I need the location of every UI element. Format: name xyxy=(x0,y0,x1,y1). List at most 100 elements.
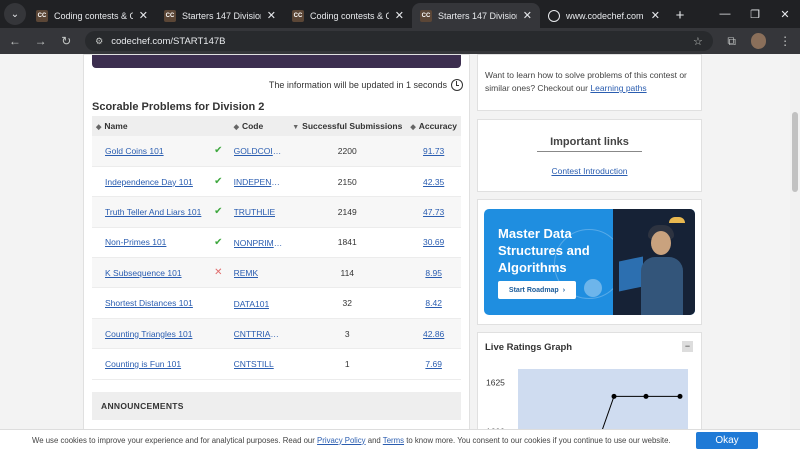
section-title: Scorable Problems for Division 2 xyxy=(92,101,265,113)
ad-card: Master Data Structures and Algorithms St… xyxy=(477,199,702,325)
browser-tab-3[interactable]: CC Coding contests & Challe ✕ xyxy=(284,3,412,28)
tab-title: Starters 147 Division 2 (R xyxy=(182,10,261,21)
status-column-header xyxy=(210,116,230,136)
problem-link[interactable]: Truth Teller And Liars 101 xyxy=(105,207,201,217)
name-column-header[interactable]: ◆ Name xyxy=(92,116,211,136)
announcements-header[interactable]: ANNOUNCEMENTS xyxy=(92,392,461,420)
tab-title: www.codechef.com xyxy=(566,10,644,21)
scrollbar-thumb[interactable] xyxy=(792,112,798,192)
browser-tab-4-active[interactable]: CC Starters 147 Division 2 (R ✕ xyxy=(412,3,540,28)
back-icon[interactable]: ← xyxy=(8,34,22,48)
problem-link[interactable]: Counting Triangles 101 xyxy=(105,329,192,339)
table-row: Independence Day 101 ✔ INDEPENDENCE 2150… xyxy=(92,166,461,198)
tab-title: Starters 147 Division 2 (R xyxy=(438,10,517,21)
start-roadmap-button[interactable]: Start Roadmap › xyxy=(498,281,576,299)
restore-icon[interactable]: ❐ xyxy=(740,0,770,28)
close-tab-icon[interactable]: ✕ xyxy=(651,9,660,22)
close-tab-icon[interactable]: ✕ xyxy=(267,9,276,22)
address-bar[interactable]: ⚙ codechef.com/START147B ☆ xyxy=(85,31,713,51)
accuracy-link[interactable]: 8.42 xyxy=(425,298,442,308)
problem-link[interactable]: Shortest Distances 101 xyxy=(105,298,193,308)
accuracy-link[interactable]: 30.69 xyxy=(423,237,444,247)
problem-link[interactable]: K Subsequence 101 xyxy=(105,268,182,278)
cookie-okay-button[interactable]: Okay xyxy=(696,432,758,449)
coder-illustration xyxy=(613,209,695,315)
code-column-header[interactable]: ◆ Code xyxy=(229,116,289,136)
rating-point xyxy=(611,393,617,399)
problem-code-link[interactable]: DATA101 xyxy=(234,299,270,309)
submissions-count: 1841 xyxy=(288,227,407,259)
close-tab-icon[interactable]: ✕ xyxy=(395,9,404,22)
table-header-row: ◆ Name ◆ Code ▼ Successful Submissions ◆ Acc… xyxy=(92,116,461,136)
learn-text: Want to learn how to solve problems of t… xyxy=(485,70,687,93)
solved-check-icon: ✔ xyxy=(214,206,223,218)
close-tab-icon[interactable]: ✕ xyxy=(523,9,532,22)
solved-check-icon: ✔ xyxy=(214,176,223,188)
problem-link[interactable]: Independence Day 101 xyxy=(105,177,193,187)
problem-code-link[interactable]: NONPRIMES xyxy=(234,238,284,248)
sort-icon: ◆ xyxy=(233,124,239,131)
problem-code-link[interactable]: INDEPENDENCE xyxy=(234,177,284,187)
problem-code-link[interactable]: REMK xyxy=(234,268,259,278)
tab-title: Coding contests & Challe xyxy=(54,10,133,21)
codechef-favicon-icon: CC xyxy=(36,9,48,22)
browser-tab-2[interactable]: CC Starters 147 Division 2 (R ✕ xyxy=(156,3,284,28)
tab-search-icon[interactable]: ⌄ xyxy=(4,3,26,25)
problem-code-link[interactable]: GOLDCOINS xyxy=(234,146,284,156)
update-text: The information will be updated in 1 sec… xyxy=(268,80,447,90)
forward-icon[interactable]: → xyxy=(34,34,48,48)
sort-icon: ◆ xyxy=(96,124,102,131)
contest-introduction-link[interactable]: Contest Introduction xyxy=(478,166,701,176)
problem-link[interactable]: Counting is Fun 101 xyxy=(105,359,181,369)
contest-banner xyxy=(92,55,461,68)
learning-paths-link[interactable]: Learning paths xyxy=(590,83,646,93)
accuracy-link[interactable]: 8.95 xyxy=(425,268,442,278)
close-tab-icon[interactable]: ✕ xyxy=(139,9,148,22)
codechef-favicon-icon: CC xyxy=(420,9,432,22)
cookie-message: We use cookies to improve your experienc… xyxy=(32,435,671,445)
site-info-icon[interactable]: ⚙ xyxy=(95,36,103,47)
window-close-icon[interactable]: ✕ xyxy=(770,0,800,28)
extensions-icon[interactable]: ⧉ xyxy=(725,34,739,49)
profile-avatar[interactable] xyxy=(750,33,767,49)
table-row: Counting is Fun 101 CNTSTILL 1 7.69 xyxy=(92,348,461,380)
minimize-icon[interactable]: — xyxy=(710,0,740,28)
bookmark-star-icon[interactable]: ☆ xyxy=(693,35,703,48)
accuracy-link[interactable]: 42.86 xyxy=(423,329,444,339)
update-notice: The information will be updated in 1 sec… xyxy=(269,79,463,91)
y-tick-label: 1625 xyxy=(486,378,505,388)
sort-desc-icon: ▼ xyxy=(292,124,300,131)
browser-tab-1[interactable]: CC Coding contests & Challe ✕ xyxy=(28,3,156,28)
submissions-column-header[interactable]: ▼ Successful Submissions xyxy=(288,116,407,136)
browser-toolbar: ← → ↻ ⚙ codechef.com/START147B ☆ ⧉ ⋮ xyxy=(0,28,800,54)
problem-code-link[interactable]: CNTSTILL xyxy=(234,359,274,369)
new-tab-icon[interactable]: + xyxy=(668,3,692,28)
submissions-count: 3 xyxy=(288,318,407,350)
problem-link[interactable]: Non-Primes 101 xyxy=(105,237,166,247)
terms-link[interactable]: Terms xyxy=(383,436,404,445)
page-scrollbar[interactable] xyxy=(790,54,800,450)
accuracy-link[interactable]: 42.35 xyxy=(423,177,444,187)
accuracy-link[interactable]: 7.69 xyxy=(425,359,442,369)
table-row: Gold Coins 101 ✔ GOLDCOINS 2200 91.73 xyxy=(92,136,461,167)
accuracy-link[interactable]: 47.73 xyxy=(423,207,444,217)
problem-link[interactable]: Gold Coins 101 xyxy=(105,146,164,156)
reload-icon[interactable]: ↻ xyxy=(59,34,73,48)
submissions-count: 1 xyxy=(288,348,407,380)
problem-code-link[interactable]: TRUTHLIE xyxy=(234,207,276,217)
solved-check-icon: ✔ xyxy=(214,145,223,157)
submissions-count: 2200 xyxy=(288,136,407,167)
problems-table: ◆ Name ◆ Code ▼ Successful Submissions ◆ Acc… xyxy=(92,116,461,380)
submissions-count: 32 xyxy=(288,287,407,319)
dsa-roadmap-banner[interactable]: Master Data Structures and Algorithms St… xyxy=(484,209,695,315)
decorative-dot xyxy=(584,279,602,297)
chevron-right-icon: › xyxy=(562,286,566,294)
accuracy-column-header[interactable]: ◆ Accuracy xyxy=(406,116,461,136)
privacy-policy-link[interactable]: Privacy Policy xyxy=(317,436,366,445)
more-menu-icon[interactable]: ⋮ xyxy=(778,34,792,48)
accuracy-link[interactable]: 91.73 xyxy=(423,146,444,156)
problem-code-link[interactable]: CNTTRIANGLE xyxy=(234,329,284,339)
tab-title: Coding contests & Challe xyxy=(310,10,389,21)
browser-tab-5[interactable]: www.codechef.com ✕ xyxy=(540,3,668,28)
submissions-count: 114 xyxy=(288,257,407,289)
